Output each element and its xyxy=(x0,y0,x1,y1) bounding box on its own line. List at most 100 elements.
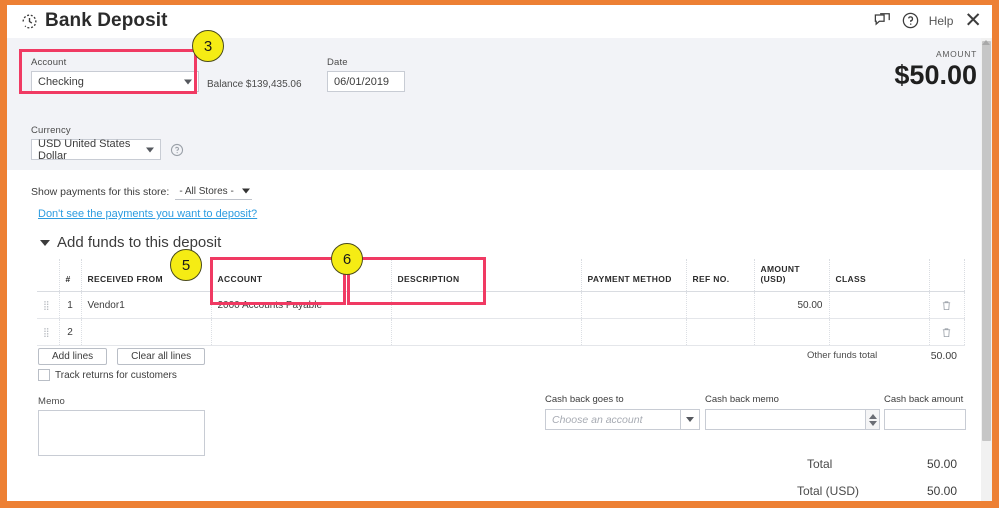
cell-class[interactable] xyxy=(829,292,929,319)
amount-caption: AMOUNT xyxy=(894,49,977,59)
cell-ref-no[interactable] xyxy=(686,319,754,346)
help-label[interactable]: Help xyxy=(929,14,954,28)
account-label: Account xyxy=(31,57,199,68)
drag-handle-icon[interactable]: ⣿ xyxy=(37,319,59,346)
window-border-right xyxy=(992,0,999,508)
date-label: Date xyxy=(327,57,405,68)
cell-class[interactable] xyxy=(829,319,929,346)
cell-account[interactable]: 2000 Accounts Payable xyxy=(211,292,391,319)
cashback-amount-group: Cash back amount xyxy=(884,394,966,430)
no-payments-link[interactable]: Don't see the payments you want to depos… xyxy=(38,208,257,220)
track-returns-label: Track returns for customers xyxy=(55,370,177,381)
cell-received-from[interactable] xyxy=(81,319,211,346)
cell-received-from[interactable]: Vendor1 xyxy=(81,292,211,319)
vertical-scrollbar-thumb[interactable] xyxy=(982,41,991,441)
total-usd-row: Total (USD) 50.00 xyxy=(797,484,957,498)
col-number: # xyxy=(59,259,81,292)
cashback-memo-input[interactable] xyxy=(705,409,880,430)
store-filter-select[interactable]: - All Stores - xyxy=(175,183,251,200)
total-label: Total xyxy=(807,457,832,471)
memo-group: Memo xyxy=(38,396,205,456)
trash-icon xyxy=(941,299,952,312)
chevron-down-icon xyxy=(146,147,154,152)
cashback-account-placeholder: Choose an account xyxy=(552,414,642,426)
deposit-amount: AMOUNT $50.00 xyxy=(894,49,977,90)
cashback-memo-stepper[interactable] xyxy=(865,409,880,430)
history-clock-icon xyxy=(20,12,39,31)
question-circle-icon[interactable] xyxy=(901,11,920,30)
date-field-group: Date 06/01/2019 xyxy=(327,57,405,92)
cell-payment-method[interactable] xyxy=(581,292,686,319)
col-handle xyxy=(37,259,59,292)
cashback-amount-input[interactable] xyxy=(884,409,966,430)
cell-ref-no[interactable] xyxy=(686,292,754,319)
chat-bubbles-icon[interactable] xyxy=(873,11,892,30)
cashback-memo-group: Cash back memo xyxy=(705,394,880,430)
callout-badge-6: 6 xyxy=(331,243,363,275)
scroll-up-icon[interactable] xyxy=(982,40,990,45)
account-value: Checking xyxy=(38,76,84,88)
cell-description[interactable] xyxy=(391,319,581,346)
close-icon[interactable]: ✕ xyxy=(962,11,984,30)
total-value: 50.00 xyxy=(927,457,957,471)
cell-account[interactable] xyxy=(211,319,391,346)
currency-select[interactable]: USD United States Dollar xyxy=(31,139,161,160)
drag-handle-icon[interactable]: ⣿ xyxy=(37,292,59,319)
date-input[interactable]: 06/01/2019 xyxy=(327,71,405,92)
table-row[interactable]: ⣿ 2 xyxy=(37,319,964,346)
window-border-bottom xyxy=(0,501,999,508)
other-funds-total-value: 50.00 xyxy=(931,350,957,362)
cell-description[interactable] xyxy=(391,292,581,319)
chevron-down-icon[interactable] xyxy=(680,409,700,430)
line-actions: Add lines Clear all lines xyxy=(38,348,205,365)
window-border-left xyxy=(0,0,7,508)
window-border-top xyxy=(0,0,999,5)
cell-amount[interactable] xyxy=(754,319,829,346)
other-funds-total-row: Other funds total 50.00 xyxy=(807,350,957,362)
add-lines-button[interactable]: Add lines xyxy=(38,348,107,365)
chevron-down-icon xyxy=(242,189,250,194)
add-funds-section-header[interactable]: Add funds to this deposit xyxy=(40,234,221,251)
account-balance: Balance $139,435.06 xyxy=(207,79,302,90)
track-returns-checkbox[interactable] xyxy=(38,369,50,381)
cashback-account-label: Cash back goes to xyxy=(545,394,700,405)
row-number: 1 xyxy=(59,292,81,319)
page-title: Bank Deposit xyxy=(45,10,168,32)
col-description: DESCRIPTION xyxy=(391,259,581,292)
col-ref-no: REF NO. xyxy=(686,259,754,292)
table-row[interactable]: ⣿ 1 Vendor1 2000 Accounts Payable 50.00 xyxy=(37,292,964,319)
store-filter-value: - All Stores - xyxy=(179,186,233,197)
account-select[interactable]: Checking xyxy=(31,71,199,92)
col-delete xyxy=(929,259,964,292)
cell-amount[interactable]: 50.00 xyxy=(754,292,829,319)
clear-all-lines-button[interactable]: Clear all lines xyxy=(117,348,205,365)
col-payment-method: PAYMENT METHOD xyxy=(581,259,686,292)
chevron-down-icon xyxy=(869,421,877,426)
cashback-account-group: Cash back goes to Choose an account xyxy=(545,394,700,430)
cashback-memo-label: Cash back memo xyxy=(705,394,880,405)
delete-row-button[interactable] xyxy=(929,292,964,319)
cell-payment-method[interactable] xyxy=(581,319,686,346)
bank-deposit-window: Bank Deposit Help ✕ xyxy=(0,0,999,508)
cashback-account-select[interactable]: Choose an account xyxy=(545,409,700,430)
currency-label: Currency xyxy=(31,125,161,136)
track-returns-row[interactable]: Track returns for customers xyxy=(38,369,177,381)
callout-badge-3: 3 xyxy=(192,30,224,62)
store-filter-label: Show payments for this store: xyxy=(31,186,169,198)
total-usd-label: Total (USD) xyxy=(797,484,859,498)
col-amount: AMOUNT (USD) xyxy=(754,259,829,292)
other-funds-total-label: Other funds total xyxy=(807,350,877,362)
chevron-down-icon xyxy=(40,240,50,246)
currency-value: USD United States Dollar xyxy=(38,138,154,162)
row-number: 2 xyxy=(59,319,81,346)
title-bar: Bank Deposit Help ✕ xyxy=(7,5,992,38)
add-funds-title: Add funds to this deposit xyxy=(57,234,221,251)
delete-row-button[interactable] xyxy=(929,319,964,346)
total-usd-value: 50.00 xyxy=(927,484,957,498)
memo-label: Memo xyxy=(38,396,205,407)
callout-badge-5: 5 xyxy=(170,249,202,281)
memo-input[interactable] xyxy=(38,410,205,456)
currency-help-icon[interactable] xyxy=(170,143,184,157)
date-value: 06/01/2019 xyxy=(334,76,389,88)
total-row: Total 50.00 xyxy=(807,457,957,471)
